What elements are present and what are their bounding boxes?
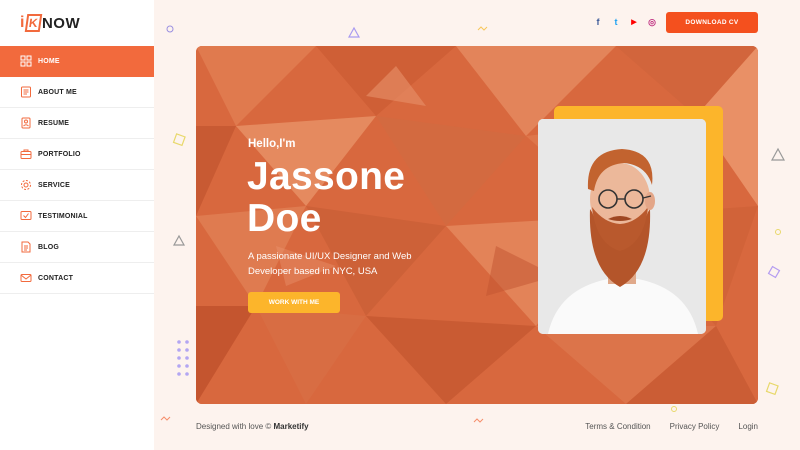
- logo[interactable]: i K NOW: [20, 12, 80, 34]
- sidebar-item-label: ABOUT ME: [38, 88, 77, 96]
- sidebar-item-label: RESUME: [38, 119, 70, 127]
- hero-banner: Hello,I'm Jassone Doe A passionate UI/UX…: [196, 46, 758, 404]
- sidebar-item-about-me[interactable]: ABOUT ME: [0, 77, 154, 108]
- logo-k-mark: K: [24, 14, 43, 32]
- twitter-icon[interactable]: t: [611, 16, 621, 28]
- hero-greeting: Hello,I'm: [248, 138, 296, 150]
- sidebar-item-testimonial[interactable]: TESTIMONIAL: [0, 201, 154, 232]
- sidebar-item-portfolio[interactable]: PORTFOLIO: [0, 139, 154, 170]
- hero-tagline: A passionate UI/UX Designer and Web Deve…: [248, 249, 468, 279]
- sidebar-item-contact[interactable]: CONTACT: [0, 263, 154, 294]
- instagram-icon[interactable]: ◎: [647, 16, 657, 28]
- footer-credit: Designed with love © Marketify: [196, 422, 309, 431]
- login-link[interactable]: Login: [738, 422, 758, 431]
- hero-tagline-line1: A passionate UI/UX Designer and Web: [248, 251, 412, 262]
- sidebar-item-label: SERVICE: [38, 181, 71, 189]
- id-card-icon: [20, 86, 32, 98]
- footer-links: Terms & Condition Privacy Policy Login: [585, 422, 758, 431]
- youtube-icon[interactable]: ▶: [629, 16, 639, 28]
- terms-link[interactable]: Terms & Condition: [585, 422, 650, 431]
- envelope-icon: [20, 272, 32, 284]
- sidebar-item-label: PORTFOLIO: [38, 150, 81, 158]
- portrait-illustration: [538, 119, 706, 334]
- sidebar-item-label: TESTIMONIAL: [38, 212, 88, 220]
- sidebar-item-label: BLOG: [38, 243, 60, 251]
- logo-k-letter: K: [27, 16, 40, 30]
- briefcase-icon: [20, 148, 32, 160]
- sidebar-item-home[interactable]: HOME: [0, 46, 154, 77]
- sidebar-item-resume[interactable]: RESUME: [0, 108, 154, 139]
- hero-tagline-line2: Developer based in NYC, USA: [248, 266, 378, 277]
- sidebar-item-service[interactable]: SERVICE: [0, 170, 154, 201]
- hero-name-line2: Doe: [247, 197, 322, 240]
- logo-suffix: NOW: [41, 14, 81, 32]
- chat-check-icon: [20, 210, 32, 222]
- gear-icon: [20, 179, 32, 191]
- footer-credit-text: Designed with love ©: [196, 422, 272, 431]
- hero-name-line1: Jassone: [247, 155, 406, 198]
- sidebar: i K NOW HOME ABOUT ME RESUME PORTFOLIO S…: [0, 0, 154, 450]
- profile-photo: [538, 119, 706, 334]
- grid-icon: [20, 55, 32, 67]
- work-with-me-button[interactable]: WORK WITH ME: [248, 292, 340, 313]
- sidebar-item-label: CONTACT: [38, 274, 74, 282]
- hero-name: Jassone Doe: [247, 156, 405, 240]
- document-icon: [20, 241, 32, 253]
- sidebar-item-blog[interactable]: BLOG: [0, 232, 154, 263]
- privacy-policy-link[interactable]: Privacy Policy: [670, 422, 720, 431]
- footer-brand-link[interactable]: Marketify: [274, 422, 309, 431]
- facebook-icon[interactable]: f: [593, 16, 603, 28]
- download-cv-button[interactable]: DOWNLOAD CV: [666, 12, 758, 33]
- social-links: f t ▶ ◎: [593, 16, 657, 28]
- sidebar-nav: HOME ABOUT ME RESUME PORTFOLIO SERVICE T…: [0, 46, 154, 294]
- sidebar-item-label: HOME: [38, 57, 60, 65]
- resume-icon: [20, 117, 32, 129]
